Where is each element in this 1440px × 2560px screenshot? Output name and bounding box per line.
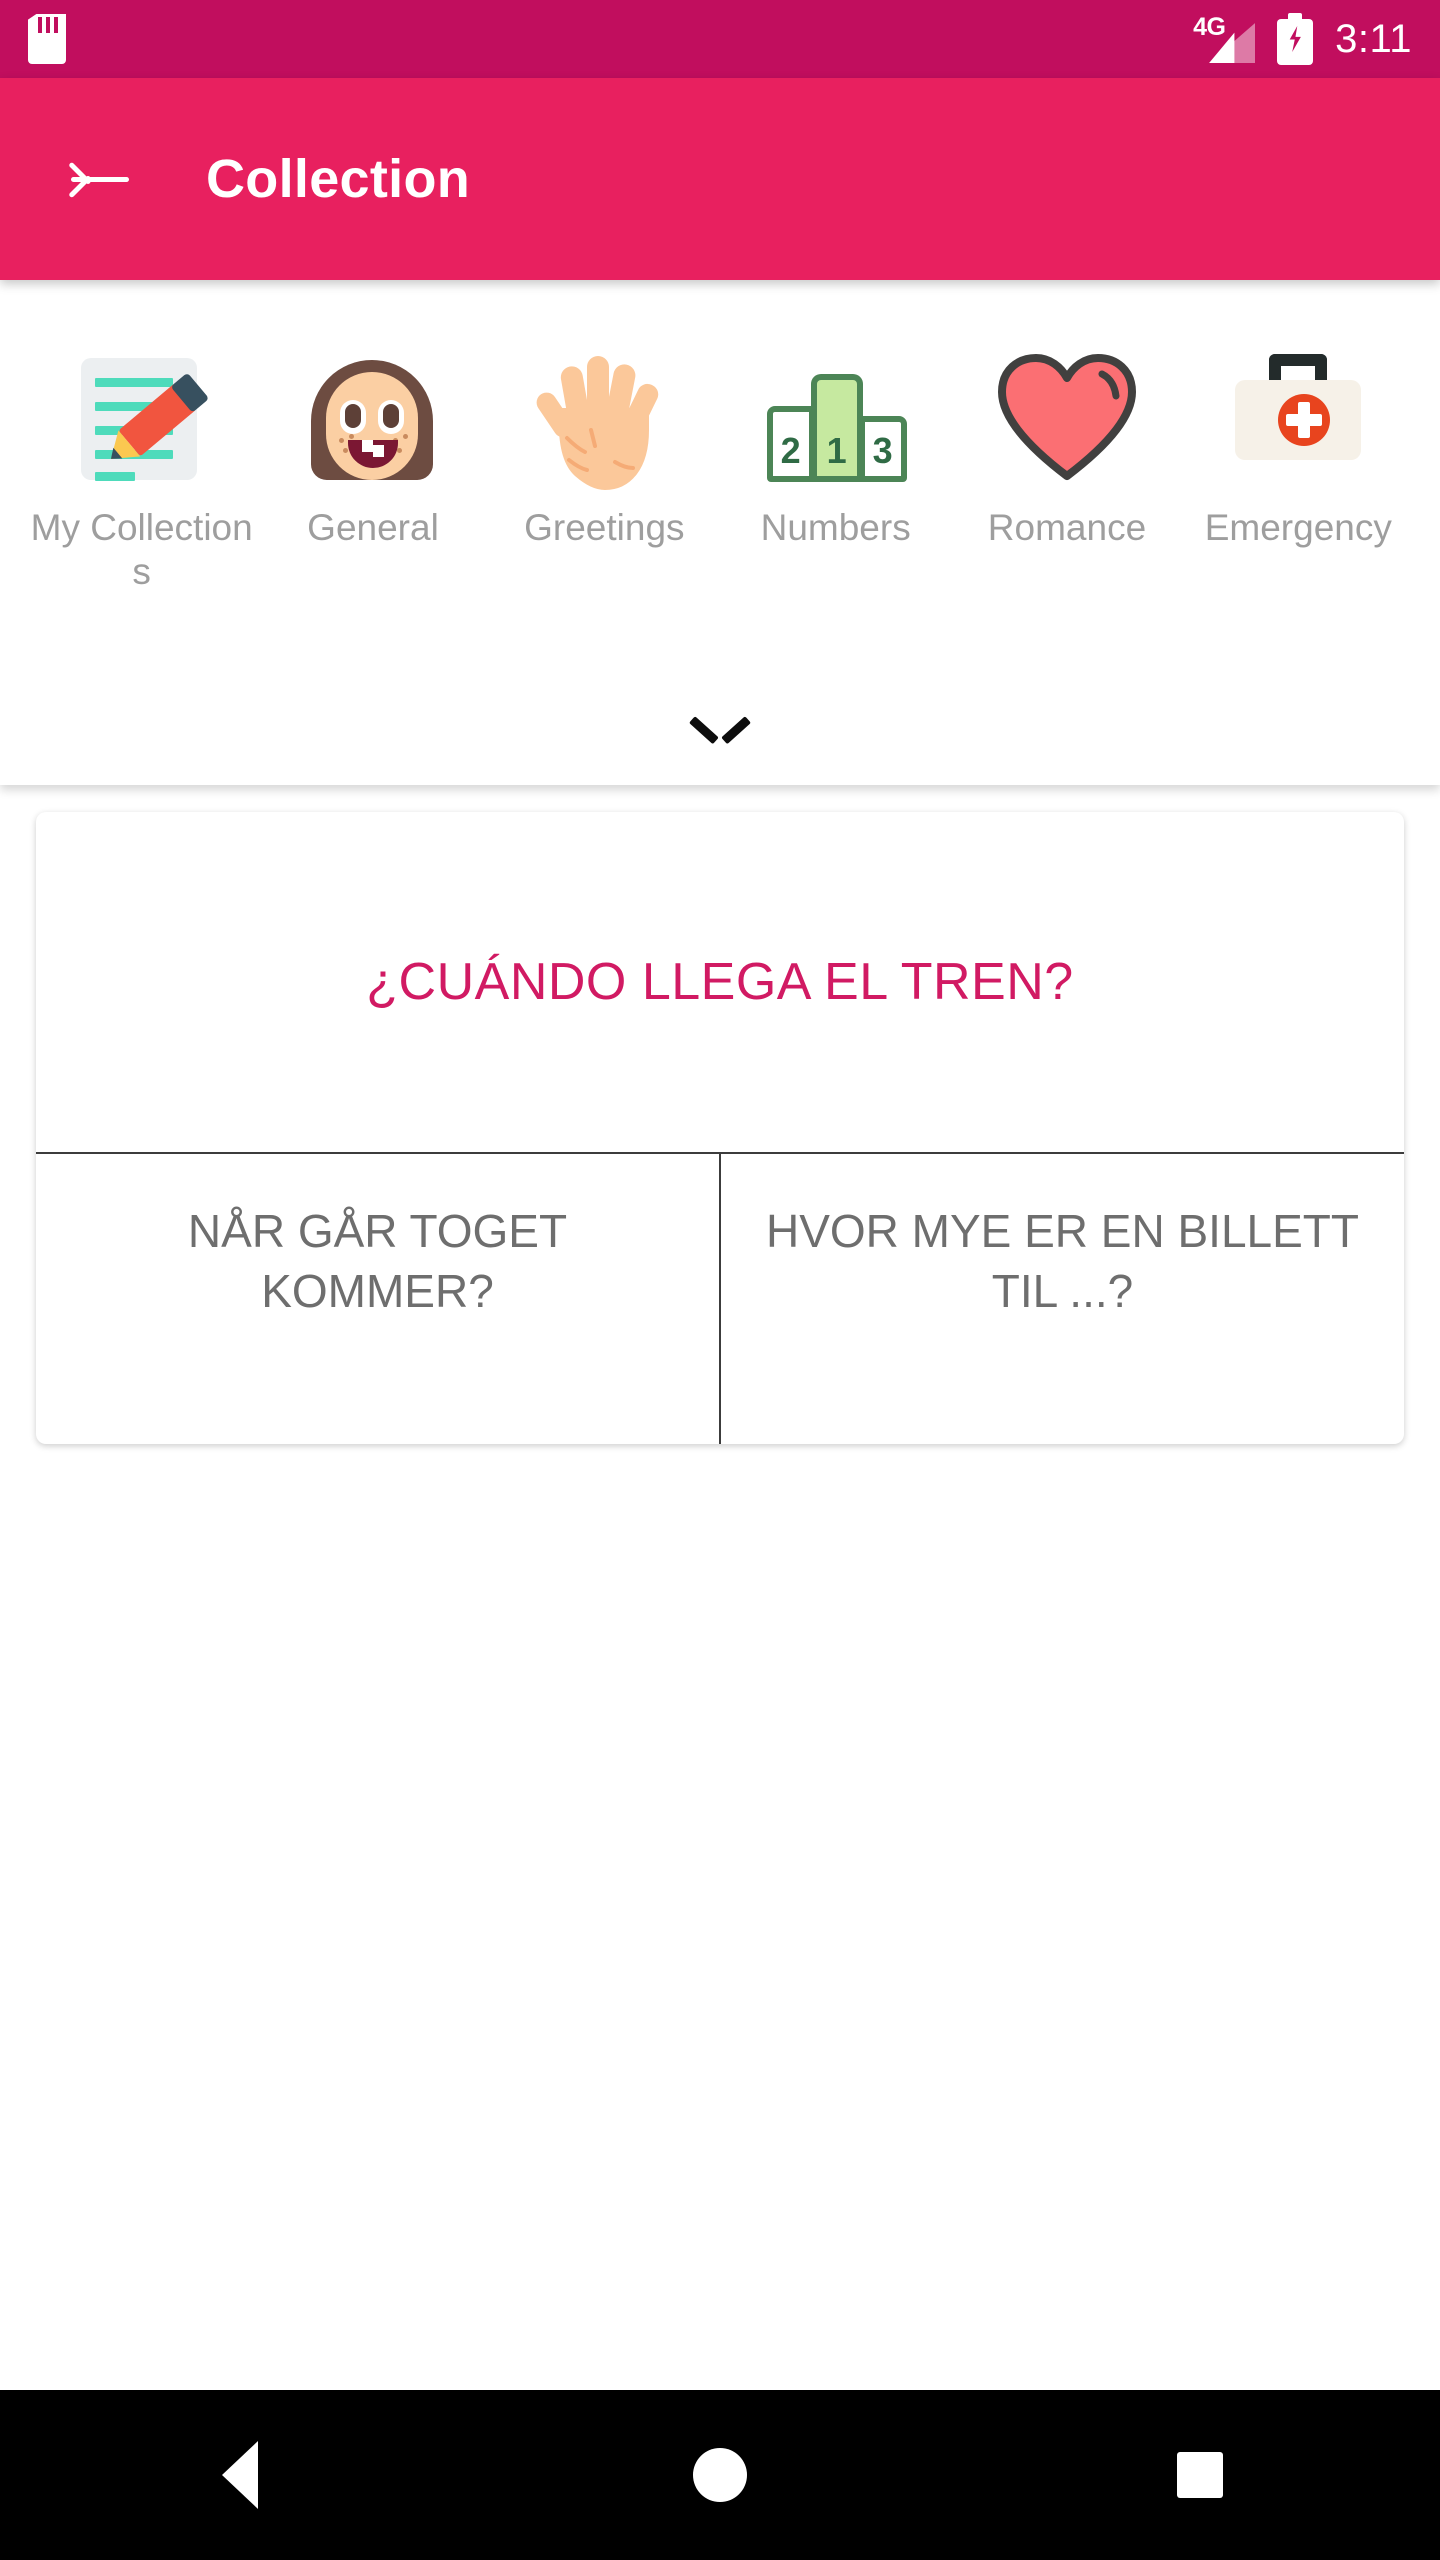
category-label: Greetings [524, 507, 685, 548]
expand-categories-button[interactable] [0, 675, 1440, 785]
nav-home-circle-icon [693, 2448, 747, 2502]
category-item-numbers[interactable]: 2 3 1 Numbers [720, 342, 951, 550]
main-phrase-text: ¿CUÁNDO LLEGA EL TREN? [366, 953, 1074, 1011]
category-item-general[interactable]: General [257, 342, 488, 550]
first-aid-kit-icon [1223, 342, 1373, 494]
main-phrase-row[interactable]: ¿CUÁNDO LLEGA EL TREN? [36, 812, 1404, 1154]
phrase-options-row: NÅR GÅR TOGET KOMMER? HVOR MYE ER EN BIL… [36, 1154, 1404, 1444]
category-item-romance[interactable]: Romance [951, 342, 1182, 550]
nav-recents-square-icon [1177, 2452, 1223, 2498]
category-label: Numbers [760, 507, 911, 548]
status-bar: 4G 3:11 [0, 0, 1440, 78]
category-item-greetings[interactable]: Greetings [489, 342, 720, 550]
memo-pencil-icon [67, 342, 217, 494]
app-screen: 4G 3:11 Collection My Collections Genera… [0, 0, 1440, 2560]
app-bar: Collection [0, 78, 1440, 280]
category-label: Romance [987, 507, 1147, 548]
phrase-option-right[interactable]: HVOR MYE ER EN BILLETT TIL ...? [719, 1154, 1404, 1444]
battery-charging-icon [1277, 13, 1314, 65]
nav-recents-button[interactable] [1110, 2420, 1290, 2530]
back-button[interactable] [52, 131, 148, 227]
category-label: General [307, 507, 439, 548]
open-hand-icon [529, 342, 679, 494]
status-bar-clock: 3:11 [1335, 17, 1412, 61]
phrase-option-left[interactable]: NÅR GÅR TOGET KOMMER? [36, 1154, 719, 1444]
category-label: Emergency [1204, 507, 1392, 548]
phrase-card: ¿CUÁNDO LLEGA EL TREN? NÅR GÅR TOGET KOM… [36, 812, 1404, 1444]
category-label: My Collections [30, 507, 253, 592]
nav-back-button[interactable] [150, 2420, 330, 2530]
status-bar-left [28, 14, 66, 64]
back-arrow-icon [68, 156, 131, 202]
nav-home-button[interactable] [630, 2420, 810, 2530]
chevron-down-icon [688, 715, 752, 745]
signal-bars-icon: 4G [1193, 13, 1256, 63]
page-title: Collection [206, 149, 471, 209]
girl-face-icon [298, 342, 448, 494]
category-item-emergency[interactable]: Emergency [1183, 342, 1414, 550]
heart-icon [992, 342, 1142, 494]
sd-card-icon [28, 14, 66, 64]
android-navigation-bar [0, 2390, 1440, 2560]
category-row: My Collections General Greetings 2 3 1 N… [0, 280, 1440, 593]
category-panel: My Collections General Greetings 2 3 1 N… [0, 280, 1440, 785]
podium-123-icon: 2 3 1 [761, 342, 911, 494]
phrase-option-text: HVOR MYE ER EN BILLETT TIL ...? [765, 1205, 1359, 1317]
status-bar-right: 4G 3:11 [1193, 13, 1412, 65]
nav-back-triangle-icon [222, 2441, 258, 2509]
category-item-my-collections[interactable]: My Collections [26, 342, 257, 593]
network-type-label: 4G [1193, 13, 1226, 41]
phrase-option-text: NÅR GÅR TOGET KOMMER? [187, 1205, 568, 1317]
